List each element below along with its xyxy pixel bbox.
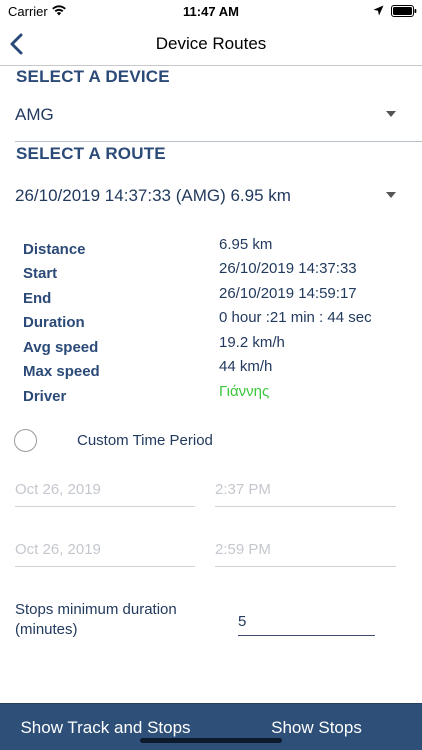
show-stops-button[interactable]: Show Stops (211, 704, 422, 750)
distance-value: 6.95 km (219, 236, 273, 253)
device-select[interactable]: AMG (0, 96, 422, 136)
start-value: 26/10/2019 14:37:33 (219, 260, 357, 277)
avg-speed-label: Avg speed (23, 339, 99, 356)
start-time-field[interactable]: 2:37 PM (215, 475, 396, 507)
home-indicator (140, 738, 282, 743)
driver-label: Driver (23, 388, 67, 405)
start-date-field[interactable]: Oct 26, 2019 (15, 475, 195, 507)
page-title: Device Routes (155, 34, 267, 53)
start-label: Start (23, 265, 58, 282)
select-route-header: SELECT A ROUTE (16, 144, 166, 163)
select-device-header: SELECT A DEVICE (16, 67, 170, 86)
status-bar: Carrier 11:47 AM (0, 0, 422, 22)
end-date-field[interactable]: Oct 26, 2019 (15, 535, 195, 567)
end-time-field[interactable]: 2:59 PM (215, 535, 396, 567)
driver-value: Γιάννης (219, 383, 270, 400)
stops-duration-input[interactable] (238, 605, 375, 636)
route-select-value: 26/10/2019 14:37:33 (AMG) 6.95 km (15, 186, 291, 205)
end-value: 26/10/2019 14:59:17 (219, 285, 357, 302)
duration-value: 0 hour :21 min : 44 sec (219, 309, 372, 326)
max-speed-label: Max speed (23, 363, 100, 380)
duration-label: Duration (23, 314, 85, 331)
clock: 11:47 AM (183, 4, 239, 19)
navigation-bar: Device Routes (0, 22, 422, 66)
end-label: End (23, 290, 52, 307)
custom-time-period-radio[interactable] (14, 429, 37, 452)
stops-duration-label-line2: (minutes) (15, 621, 78, 638)
avg-speed-value: 19.2 km/h (219, 334, 285, 351)
max-speed-value: 44 km/h (219, 358, 273, 375)
location-arrow-icon (373, 5, 384, 16)
chevron-down-icon (386, 192, 396, 198)
stops-duration-label: Stops minimum duration (minutes) (15, 600, 177, 640)
distance-label: Distance (23, 241, 86, 258)
custom-time-period-label[interactable]: Custom Time Period (77, 432, 213, 449)
device-select-value: AMG (15, 105, 54, 124)
route-select[interactable]: 26/10/2019 14:37:33 (AMG) 6.95 km (0, 176, 422, 216)
chevron-down-icon (386, 111, 396, 117)
battery-icon (391, 5, 417, 17)
show-track-and-stops-button[interactable]: Show Track and Stops (0, 704, 211, 750)
stops-duration-label-line1: Stops minimum duration (15, 601, 177, 618)
divider (15, 141, 422, 142)
